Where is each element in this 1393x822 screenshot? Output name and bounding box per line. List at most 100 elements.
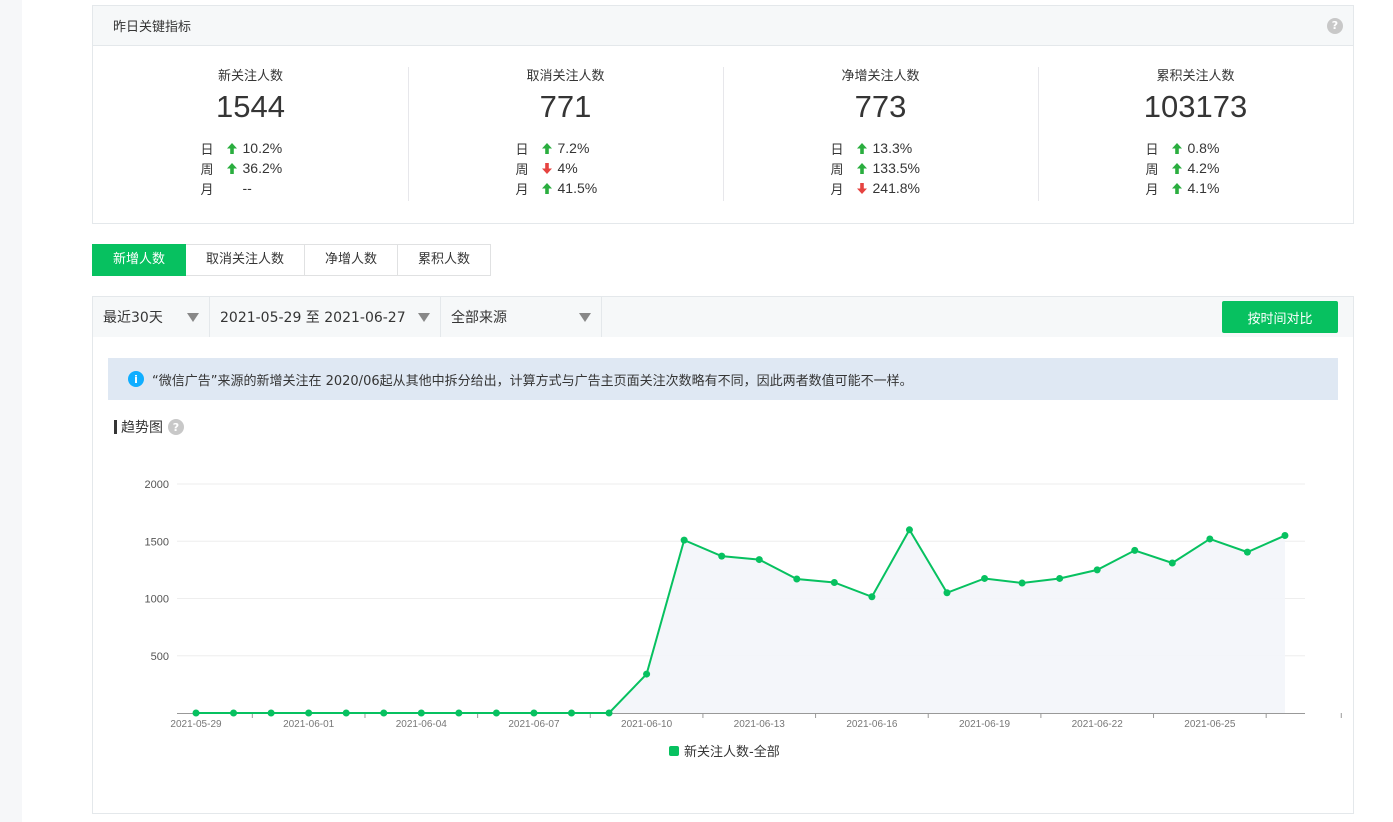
change-row: 日 7.2% [516,138,616,158]
arrow-down-icon [541,162,554,174]
data-point [680,536,688,544]
data-point [380,709,388,717]
data-point [718,552,726,560]
x-tick-label: 2021-06-22 [1072,719,1124,730]
data-point [755,556,763,564]
change-value: 13.3% [872,140,913,156]
change-period: 周 [830,162,844,178]
data-point [230,709,238,717]
data-point [905,526,913,534]
data-point [1131,546,1139,554]
arrow-up-icon [1171,182,1184,194]
metric-name: 净增关注人数 [841,69,920,84]
change-value: 133.5% [872,160,920,176]
metric-tabs: 新增人数 取消关注人数 净增人数 累积人数 [92,244,492,276]
x-tick-label: 2021-06-25 [1184,719,1236,730]
change-value: 4.1% [1187,180,1220,196]
arrow-up-icon [1171,162,1184,174]
change-row: 月 241.8% [831,178,931,198]
data-point [1056,574,1064,582]
metric-changes: 日 0.8% 周 4.2% 月 4.1% [1146,138,1246,198]
metric-changes: 日 7.2% 周 4% 月 41.5% [516,138,616,198]
metric-name: 新关注人数 [217,69,283,84]
arrow-up-icon [1171,142,1184,154]
data-point [643,670,651,678]
metric-card: 新关注人数 1544 日 10.2% 周 36.2% 月 -- [93,66,408,224]
change-value: 10.2% [242,140,283,156]
tab-1[interactable]: 取消关注人数 [186,244,306,276]
metric-card: 累积关注人数 103173 日 0.8% 周 4.2% 月 4.1% [1038,66,1353,224]
change-value: 41.5% [557,180,598,196]
data-point [342,709,350,717]
change-value: 241.8% [872,180,920,196]
chart-legend[interactable]: 新关注人数-全部 [669,741,780,760]
data-point [192,709,200,717]
change-period: 月 [515,182,529,198]
tab-3[interactable]: 累积人数 [398,244,492,276]
change-period: 日 [515,142,529,158]
metric-value: 103173 [1143,89,1248,124]
data-point [793,575,801,583]
change-row: 日 10.2% [201,138,301,158]
metric-value: 1544 [216,89,285,124]
data-point [417,709,425,717]
change-value: 7.2% [557,140,590,156]
change-row: 周 4% [516,158,616,178]
x-tick-label: 2021-06-16 [846,719,898,730]
metric-changes: 日 13.3% 周 133.5% 月 241.8% [831,138,931,198]
arrow-up-icon [541,182,554,194]
change-value: 4.2% [1187,160,1220,176]
change-row: 月 4.1% [1146,178,1246,198]
data-point [1093,566,1101,574]
data-point [1168,559,1176,567]
data-point [267,709,275,717]
trend-panel: 最近30天 2021-05-29 至 2021-06-27 全部来源 按时间对比… [92,296,1354,814]
x-tick-label: 2021-05-29 [170,719,222,730]
data-point [1206,535,1214,543]
change-value: 36.2% [242,160,283,176]
change-row: 日 0.8% [1146,138,1246,158]
metric-name: 累积关注人数 [1156,69,1235,84]
data-point [981,574,989,582]
x-tick-label: 2021-06-13 [734,719,786,730]
trend-chart: 2000 1500 1000 500 2021-05-29 2021-06-01 2021-… [145,479,1342,730]
help-icon[interactable]: ? [1327,17,1343,34]
metric-changes: 日 10.2% 周 36.2% 月 -- [201,138,301,198]
arrow-up-icon [226,142,239,154]
change-row: 日 13.3% [831,138,931,158]
change-period: 周 [200,162,214,178]
change-row: 月 -- [201,178,301,198]
change-period: 周 [515,162,529,178]
change-value: 0.8% [1187,140,1220,156]
change-period: 月 [830,182,844,198]
x-tick-label: 2021-06-01 [283,719,335,730]
metric-value: 771 [539,89,592,124]
key-metrics-title: 昨日关键指标 [113,20,192,35]
data-point [1018,579,1026,587]
y-tick-label: 2000 [145,479,169,491]
arrow-up-icon [541,142,554,154]
change-row: 周 4.2% [1146,158,1246,178]
data-point [305,709,313,717]
change-row: 周 133.5% [831,158,931,178]
tab-0[interactable]: 新增人数 [92,244,187,276]
data-point [830,578,838,586]
change-value: -- [242,180,252,196]
data-point [530,709,538,717]
x-tick-label: 2021-06-04 [396,719,448,730]
change-period: 日 [1145,142,1159,158]
data-point [943,589,951,597]
arrow-up-icon [856,162,869,174]
key-metrics-header: 昨日关键指标 ? [93,6,1353,46]
data-point [605,709,613,717]
change-period: 日 [830,142,844,158]
change-period: 月 [1145,182,1159,198]
data-point [568,709,575,717]
change-value: 4% [557,160,578,176]
metric-card: 取消关注人数 771 日 7.2% 周 4% 月 41.5% [408,66,723,224]
tab-2[interactable]: 净增人数 [305,244,399,276]
change-row: 周 36.2% [201,158,301,178]
data-point [868,593,876,601]
metric-value: 773 [854,89,907,124]
change-period: 月 [200,182,214,198]
